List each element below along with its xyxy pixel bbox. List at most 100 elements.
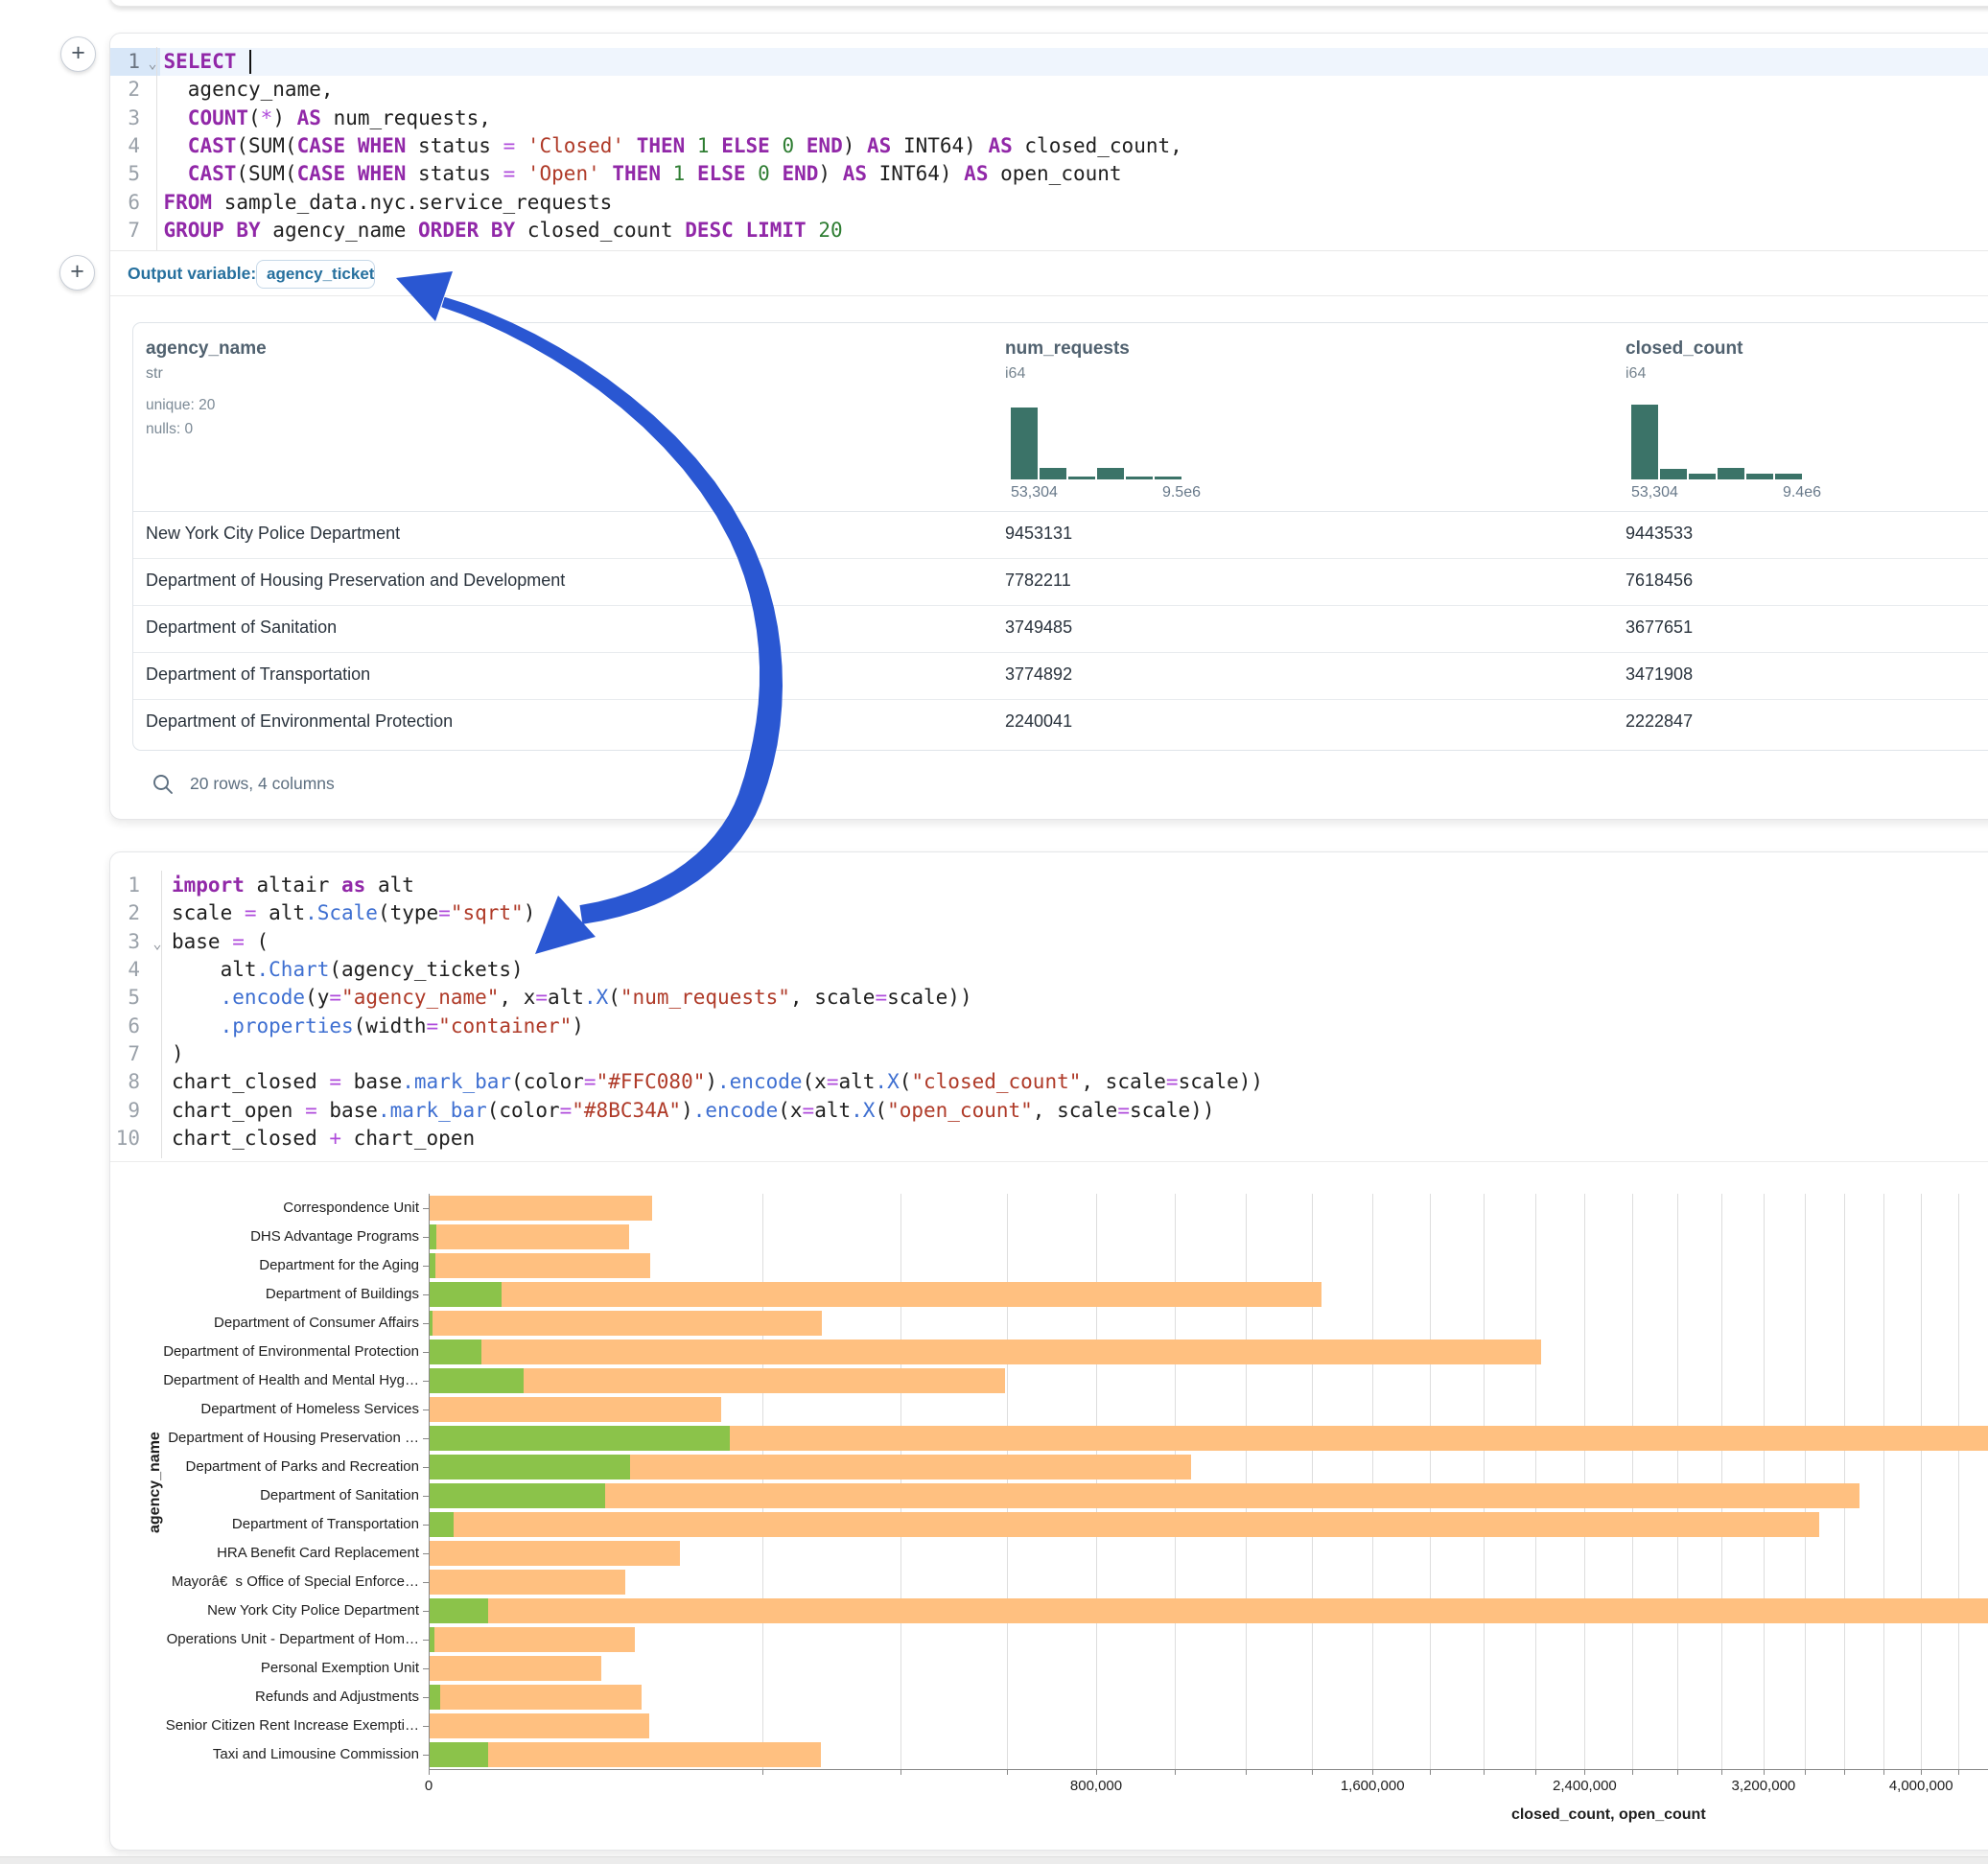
output-variable-label: Output variable: (128, 264, 256, 284)
line-number: 1 (110, 872, 140, 899)
histogram-max-label: 9.5e6 (1162, 484, 1201, 501)
histogram-bar (1155, 477, 1181, 479)
code-line: CAST(SUM(CASE WHEN status = 'Closed' THE… (164, 132, 1182, 160)
bar-closed-count[interactable] (429, 1512, 1819, 1537)
cell-value: 3471908 (1625, 664, 1693, 685)
cell-value: 3749485 (1005, 617, 1072, 638)
y-axis-label: Department of Buildings (110, 1280, 419, 1309)
line-number: 9 (110, 1097, 140, 1125)
bar-open-count[interactable] (429, 1426, 730, 1451)
cell-value: 9453131 (1005, 524, 1072, 544)
bar-closed-count[interactable] (429, 1627, 635, 1652)
bar-open-count[interactable] (429, 1685, 440, 1710)
table-row[interactable]: New York City Police Department 9453131 94… (133, 512, 1988, 559)
line-number-gutter: 1234567 (110, 48, 140, 245)
bar-closed-count[interactable] (429, 1196, 652, 1221)
bar-closed-count[interactable] (429, 1598, 1988, 1623)
gridline (1921, 1194, 1922, 1769)
table-row[interactable]: Department of Sanitation37494853677651 (133, 606, 1988, 653)
search-icon[interactable] (152, 773, 175, 796)
gridline (1632, 1194, 1633, 1769)
bar-closed-count[interactable] (429, 1282, 1321, 1307)
cell-value: 2240041 (1005, 711, 1072, 732)
code-line: FROM sample_data.nyc.service_requests (164, 189, 1182, 217)
table-row[interactable]: Department of Housing Preservation and D… (133, 559, 1988, 606)
bar-closed-count[interactable] (429, 1340, 1541, 1364)
gridline (1958, 1194, 1959, 1769)
page-bottom-strip (0, 1856, 1988, 1864)
line-number: 4 (110, 132, 140, 160)
code-line: chart_closed = base.mark_bar(color="#FFC… (172, 1068, 1263, 1096)
gridline (1883, 1194, 1884, 1769)
cell-agency-name: New York City Police Department (146, 524, 400, 544)
bar-open-count[interactable] (429, 1368, 524, 1393)
bar-closed-count[interactable] (429, 1656, 601, 1681)
bar-closed-count[interactable] (429, 1713, 649, 1738)
x-axis-line (429, 1769, 1988, 1770)
cell-agency-name: Department of Environmental Protection (146, 711, 453, 732)
line-number-gutter: 12345678910 (110, 872, 140, 1153)
line-number: 5 (110, 160, 140, 188)
gridline (1096, 1194, 1097, 1769)
bar-open-count[interactable] (429, 1742, 488, 1767)
code-line: chart_closed + chart_open (172, 1125, 1263, 1153)
y-axis-label: Department of Health and Mental Hyg… (110, 1366, 419, 1395)
add-cell-button-middle[interactable]: + (59, 255, 95, 291)
python-cell: 12345678910 ⌄ import altair as altscale … (109, 851, 1988, 1851)
cell-value: 9443533 (1625, 524, 1693, 544)
bar-open-count[interactable] (429, 1253, 435, 1278)
gridline (1007, 1194, 1008, 1769)
add-cell-button-top[interactable]: + (60, 36, 96, 72)
bar-open-count[interactable] (429, 1282, 502, 1307)
output-variable-chip[interactable]: agency_tickets (256, 260, 375, 289)
bar-closed-count[interactable] (429, 1685, 642, 1710)
table-header: agency_namestrunique: 20nulls: 0num_requ… (133, 323, 1988, 512)
table-row[interactable]: Department of Transportation377489234719… (133, 653, 1988, 700)
gridline (1844, 1194, 1845, 1769)
bar-open-count[interactable] (429, 1340, 481, 1364)
bar-closed-count[interactable] (429, 1483, 1859, 1508)
bar-closed-count[interactable] (429, 1570, 625, 1595)
bar-open-count[interactable] (429, 1483, 605, 1508)
gridline (1372, 1194, 1373, 1769)
sql-code-editor[interactable]: 1234567 ⌄ SELECT agency_name, COUNT(*) A… (110, 34, 1988, 250)
column-histogram (1011, 405, 1183, 479)
bar-open-count[interactable] (429, 1224, 436, 1249)
histogram-max-label: 9.4e6 (1783, 484, 1821, 501)
cell-value: 2222847 (1625, 711, 1693, 732)
gridline (1721, 1194, 1722, 1769)
bar-closed-count[interactable] (429, 1253, 650, 1278)
x-axis-tick-label: 800,000 (1070, 1778, 1122, 1794)
sql-output-area: agency_namestrunique: 20nulls: 0num_requ… (110, 296, 1988, 819)
y-axis-label: Personal Exemption Unit (110, 1654, 419, 1683)
bar-closed-count[interactable] (429, 1311, 822, 1336)
bar-open-count[interactable] (429, 1455, 630, 1480)
column-stat: unique: 20 (146, 397, 215, 414)
gridline (1805, 1194, 1806, 1769)
line-number: 2 (110, 899, 140, 927)
bar-closed-count[interactable] (429, 1397, 721, 1422)
code-line: .properties(width="container") (172, 1013, 1263, 1040)
previous-cell-bottom-edge (109, 0, 1988, 7)
line-number: 4 (110, 956, 140, 984)
y-axis-label: Department of Homeless Services (110, 1395, 419, 1424)
bar-open-count[interactable] (429, 1512, 454, 1537)
bar-closed-count[interactable] (429, 1541, 680, 1566)
y-axis-label: Mayorâ€ s Office of Special Enforce… (110, 1568, 419, 1596)
column-type: i64 (1005, 365, 1025, 383)
bar-closed-count[interactable] (429, 1224, 629, 1249)
bar-open-count[interactable] (429, 1598, 488, 1623)
python-code-editor[interactable]: 12345678910 ⌄ import altair as altscale … (110, 852, 1988, 1161)
y-axis-label: Refunds and Adjustments (110, 1683, 419, 1712)
histogram-min-label: 53,304 (1011, 484, 1058, 501)
column-type: str (146, 365, 163, 383)
code-line: SELECT (164, 48, 1182, 76)
cell-agency-name: Department of Housing Preservation and D… (146, 571, 565, 591)
line-number: 2 (110, 76, 140, 104)
table-row[interactable]: Department of Environmental Protection 22… (133, 700, 1988, 747)
y-axis-label: Operations Unit - Department of Hom… (110, 1625, 419, 1654)
y-axis-label: Department of Consumer Affairs (110, 1309, 419, 1338)
y-axis-label: DHS Advantage Programs (110, 1223, 419, 1251)
histogram-bar (1689, 474, 1716, 479)
python-code: import altair as altscale = alt.Scale(ty… (172, 872, 1263, 1153)
